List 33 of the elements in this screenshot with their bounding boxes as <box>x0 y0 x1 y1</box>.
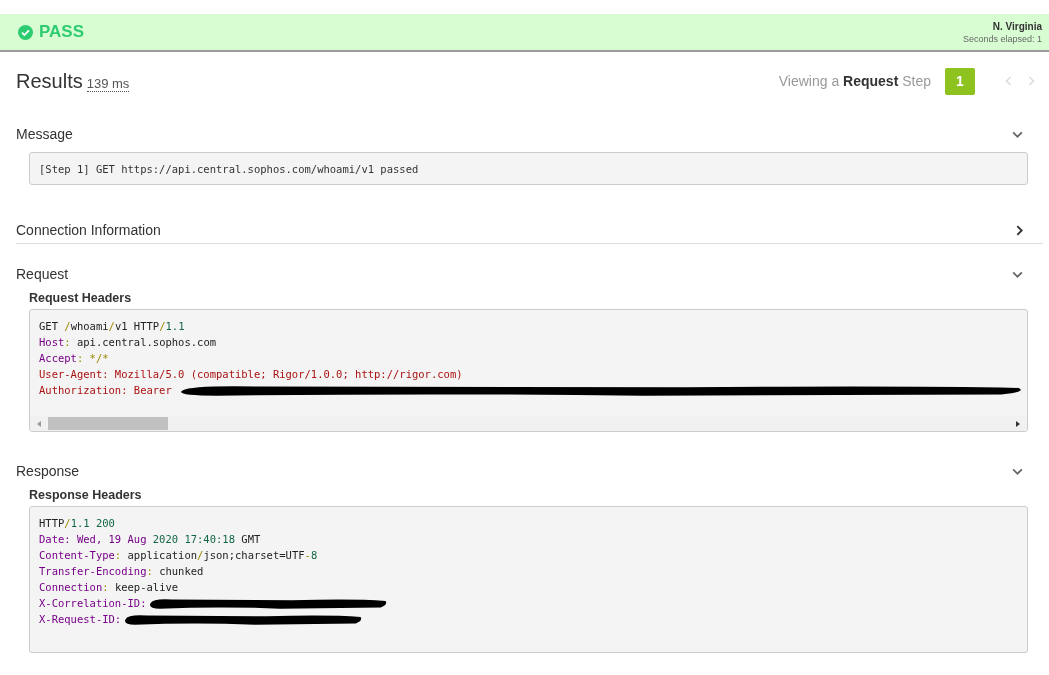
code-line: X-Request-ID: <box>39 613 122 625</box>
chevron-down-icon[interactable] <box>1012 270 1023 278</box>
horizontal-scrollbar[interactable] <box>30 416 1027 431</box>
code-line: X-Correlation-ID: <box>39 597 147 609</box>
headers-title: Request Headers <box>29 291 133 307</box>
elapsed-time: Seconds elapsed: 1 <box>962 33 1042 44</box>
section-title: Request <box>16 266 69 282</box>
section-title: Response <box>16 463 80 479</box>
check-circle-icon <box>18 24 33 40</box>
section-title: Message <box>16 126 73 142</box>
section-title: Connection Information <box>16 222 161 238</box>
chevron-right-icon[interactable] <box>1016 224 1023 236</box>
code-line: Transfer-Encoding: chunked <box>39 565 204 577</box>
scroll-right-icon[interactable] <box>1015 419 1021 428</box>
duration: 139 ms <box>86 75 130 92</box>
code-line: Host: api.central.sophos.com <box>39 336 217 348</box>
code-line: Date: Wed, 19 Aug 2020 17:40:18 GMT <box>39 533 261 545</box>
code-line: Content-Type: application/json;charset=UTF-8 <box>39 549 318 561</box>
status-label: PASS <box>39 22 85 42</box>
viewing-step-label: Viewing a Request Step <box>778 73 931 89</box>
code-line: HTTP/1.1 200 <box>39 517 115 529</box>
code-line: Authorization: Bearer <box>39 384 172 396</box>
chevron-down-icon[interactable] <box>1012 467 1023 475</box>
code-line: User-Agent: Mozilla/5.0 (compatible; Rigor/1.0.0; http://rigor.com) <box>39 368 463 380</box>
code-line: GET /whoami/v1 HTTP/1.1 <box>39 320 185 332</box>
headers-title: Response Headers <box>29 488 143 504</box>
chevron-down-icon[interactable] <box>1012 130 1023 138</box>
code-line: Accept: */* <box>39 352 109 364</box>
code-line: Connection: keep-alive <box>39 581 179 593</box>
message-text: [Step 1] GET https://api.central.sophos.com/whoami/v1 passed <box>39 162 419 175</box>
results-title: Results <box>16 69 83 93</box>
location-name: N. Virginia <box>992 20 1042 32</box>
step-button[interactable]: 1 <box>945 67 975 95</box>
